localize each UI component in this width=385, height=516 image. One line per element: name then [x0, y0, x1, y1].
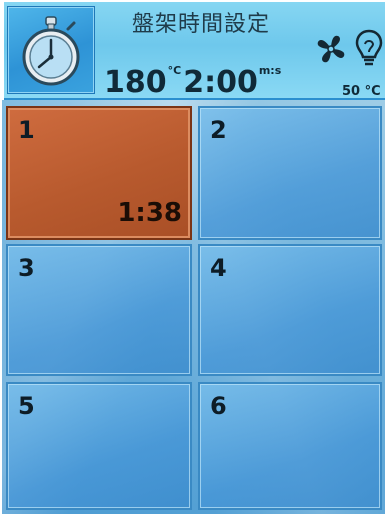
time-unit: m:s — [258, 64, 282, 77]
rack-number: 5 — [18, 392, 35, 420]
temperature-unit: °C — [167, 64, 182, 77]
rack-5-button[interactable]: 5 — [6, 382, 192, 510]
screen-title: 盤架時間設定 — [132, 12, 271, 37]
set-values: 180°C2:00m:s — [104, 64, 283, 98]
rack-number: 3 — [18, 254, 35, 282]
header-bar: 盤架時間設定 180°C2:00m:s 50 °C — [4, 2, 385, 100]
rack-1-button[interactable]: 1 1:38 — [6, 106, 192, 240]
rack-2-button[interactable]: 2 — [198, 106, 382, 240]
set-time[interactable]: 2:00 — [183, 65, 258, 98]
rack-grid: 1 1:38 2 3 4 5 6 — [2, 100, 385, 514]
timer-button[interactable] — [7, 6, 95, 94]
oven-temperature: 50 °C — [342, 84, 381, 99]
rack-number: 4 — [210, 254, 227, 282]
rack-number: 2 — [210, 116, 227, 144]
rack-6-button[interactable]: 6 — [198, 382, 382, 510]
rack-3-button[interactable]: 3 — [6, 244, 192, 376]
rack-4-button[interactable]: 4 — [198, 244, 382, 376]
rack-remaining-time: 1:38 — [117, 198, 182, 228]
rack-timer-screen: 盤架時間設定 180°C2:00m:s 50 °C 1 1:38 2 3 4 5… — [0, 0, 385, 516]
rack-number: 1 — [18, 116, 35, 144]
light-bulb-icon[interactable] — [354, 28, 384, 74]
fan-icon[interactable] — [314, 32, 348, 70]
set-temperature[interactable]: 180 — [104, 65, 167, 98]
rack-number: 6 — [210, 392, 227, 420]
